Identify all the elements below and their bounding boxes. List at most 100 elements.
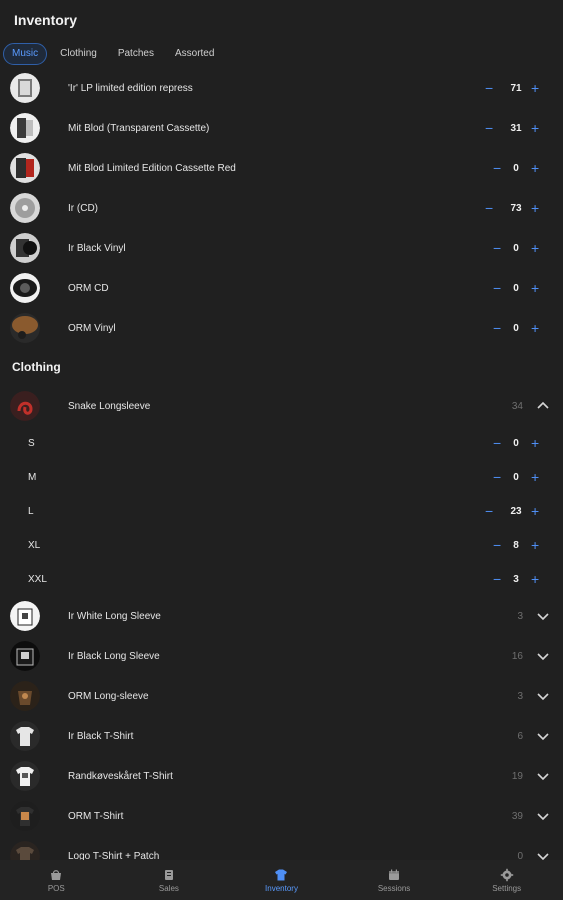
nav-sales[interactable]: Sales bbox=[113, 860, 226, 900]
product-thumbnail bbox=[10, 761, 40, 791]
list-item: Mit Blod (Transparent Cassette) − 31 + bbox=[0, 108, 563, 148]
inventory-list[interactable]: 'Ir' LP limited edition repress − 71 + M… bbox=[0, 68, 563, 860]
decrement-button[interactable]: − bbox=[485, 201, 493, 215]
stock-count: 0 bbox=[513, 282, 519, 294]
nav-pos[interactable]: POS bbox=[0, 860, 113, 900]
shop-icon bbox=[51, 869, 62, 880]
list-item: Mit Blod Limited Edition Cassette Red − … bbox=[0, 148, 563, 188]
increment-button[interactable]: + bbox=[531, 201, 539, 215]
calendar-icon bbox=[389, 869, 400, 880]
total-count: 19 bbox=[511, 770, 523, 782]
variant-size: L bbox=[28, 505, 34, 517]
increment-button[interactable]: + bbox=[531, 81, 539, 95]
stock-count: 71 bbox=[510, 82, 522, 94]
app-title: Inventory bbox=[14, 12, 78, 28]
receipt-icon bbox=[164, 869, 173, 880]
gear-icon bbox=[500, 868, 513, 881]
increment-button[interactable]: + bbox=[531, 241, 539, 255]
chevron-down-icon[interactable] bbox=[536, 809, 550, 823]
nav-label: POS bbox=[47, 883, 65, 893]
decrement-button[interactable]: − bbox=[485, 121, 493, 135]
product-thumbnail bbox=[10, 841, 40, 860]
increment-button[interactable]: + bbox=[531, 281, 539, 295]
variant-row: S − 0 + bbox=[0, 426, 563, 460]
product-thumbnail bbox=[10, 73, 40, 103]
chevron-down-icon[interactable] bbox=[536, 649, 550, 663]
increment-button[interactable]: + bbox=[531, 538, 539, 552]
stock-count: 31 bbox=[510, 122, 522, 134]
product-name: ORM T-Shirt bbox=[68, 810, 124, 822]
total-count: 34 bbox=[511, 400, 523, 412]
total-count: 16 bbox=[511, 650, 523, 662]
product-name: 'Ir' LP limited edition repress bbox=[68, 82, 193, 94]
total-count: 39 bbox=[511, 810, 523, 822]
bottom-navigation: POS Sales Inventory Sessions Settings bbox=[0, 860, 563, 900]
decrement-button[interactable]: − bbox=[485, 504, 493, 518]
section-title-clothing: Clothing bbox=[12, 360, 61, 374]
product-thumbnail bbox=[10, 313, 40, 343]
increment-button[interactable]: + bbox=[531, 572, 539, 586]
increment-button[interactable]: + bbox=[531, 121, 539, 135]
product-thumbnail bbox=[10, 113, 40, 143]
nav-label: Sales bbox=[158, 883, 179, 893]
nav-label: Sessions bbox=[377, 883, 411, 893]
nav-sessions[interactable]: Sessions bbox=[338, 860, 451, 900]
variant-size: XXL bbox=[28, 573, 47, 585]
tab-patches[interactable]: Patches bbox=[110, 44, 162, 64]
stock-count: 3 bbox=[513, 573, 519, 585]
increment-button[interactable]: + bbox=[531, 470, 539, 484]
tab-music[interactable]: Music bbox=[3, 43, 48, 65]
expandable-item[interactable]: Ir White Long Sleeve 3 bbox=[0, 596, 563, 636]
increment-button[interactable]: + bbox=[531, 321, 539, 335]
variant-row: XL − 8 + bbox=[0, 528, 563, 562]
list-item: 'Ir' LP limited edition repress − 71 + bbox=[0, 68, 563, 108]
list-item: Ir (CD) − 73 + bbox=[0, 188, 563, 228]
product-name: Ir Black T-Shirt bbox=[68, 730, 134, 742]
expandable-item[interactable]: Randkøveskåret T-Shirt 19 bbox=[0, 756, 563, 796]
product-thumbnail bbox=[10, 801, 40, 831]
chevron-down-icon[interactable] bbox=[536, 849, 550, 860]
stock-count: 8 bbox=[513, 539, 519, 551]
nav-inventory[interactable]: Inventory bbox=[225, 860, 338, 900]
increment-button[interactable]: + bbox=[531, 436, 539, 450]
expandable-item[interactable]: Ir Black Long Sleeve 16 bbox=[0, 636, 563, 676]
product-name: ORM Long-sleeve bbox=[68, 690, 149, 702]
chevron-down-icon[interactable] bbox=[536, 689, 550, 703]
stock-count: 0 bbox=[513, 471, 519, 483]
chevron-down-icon[interactable] bbox=[536, 769, 550, 783]
product-thumbnail bbox=[10, 721, 40, 751]
decrement-button[interactable]: − bbox=[485, 81, 493, 95]
chevron-down-icon[interactable] bbox=[536, 729, 550, 743]
stock-count: 23 bbox=[510, 505, 522, 517]
list-item: Ir Black Vinyl − 0 + bbox=[0, 228, 563, 268]
expandable-item[interactable]: ORM Long-sleeve 3 bbox=[0, 676, 563, 716]
product-name: Logo T-Shirt + Patch bbox=[68, 850, 160, 861]
expandable-item[interactable]: Snake Longsleeve 34 bbox=[0, 386, 563, 426]
category-tabs: Music Clothing Patches Assorted bbox=[3, 43, 227, 65]
chevron-up-icon[interactable] bbox=[536, 399, 550, 413]
product-name: ORM Vinyl bbox=[68, 322, 116, 334]
stock-count: 0 bbox=[513, 322, 519, 334]
tab-clothing[interactable]: Clothing bbox=[52, 44, 105, 64]
total-count: 3 bbox=[517, 690, 523, 702]
product-thumbnail bbox=[10, 681, 40, 711]
product-name: Snake Longsleeve bbox=[68, 400, 151, 412]
stock-count: 0 bbox=[513, 437, 519, 449]
shirt-icon bbox=[275, 869, 288, 880]
product-thumbnail bbox=[10, 391, 40, 421]
stock-count: 73 bbox=[510, 202, 522, 214]
stock-count: 0 bbox=[513, 162, 519, 174]
tab-assorted[interactable]: Assorted bbox=[167, 44, 222, 64]
variant-size: S bbox=[28, 437, 35, 449]
nav-label: Inventory bbox=[265, 883, 298, 893]
increment-button[interactable]: + bbox=[531, 504, 539, 518]
expandable-item[interactable]: ORM T-Shirt 39 bbox=[0, 796, 563, 836]
expandable-item[interactable]: Logo T-Shirt + Patch 0 bbox=[0, 836, 563, 860]
increment-button[interactable]: + bbox=[531, 161, 539, 175]
product-name: Randkøveskåret T-Shirt bbox=[68, 770, 173, 782]
nav-settings[interactable]: Settings bbox=[450, 860, 563, 900]
expandable-item[interactable]: Ir Black T-Shirt 6 bbox=[0, 716, 563, 756]
product-name: Ir White Long Sleeve bbox=[68, 610, 161, 622]
chevron-down-icon[interactable] bbox=[536, 609, 550, 623]
list-item: ORM CD − 0 + bbox=[0, 268, 563, 308]
